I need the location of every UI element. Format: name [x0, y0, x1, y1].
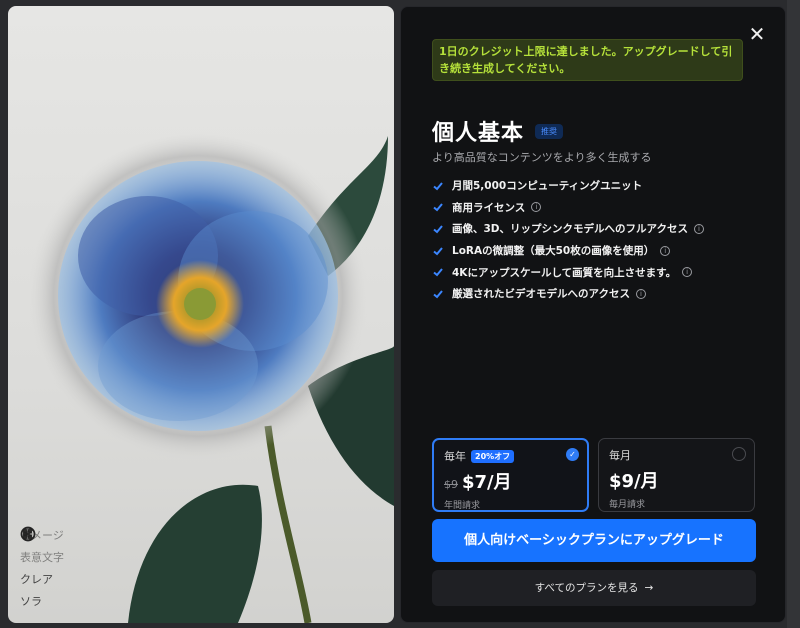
generated-image-panel: イメージ 表意文字 クレア ソラ [8, 6, 394, 623]
model-item-sora[interactable]: ソラ [20, 526, 64, 610]
plan-period-label: 毎年 [444, 450, 466, 463]
info-icon[interactable]: i [694, 223, 704, 234]
feature-text: LoRAの微調整（最大50枚の画像を使用） [452, 245, 655, 258]
feature-text: 厳選されたビデオモデルへのアクセス [452, 288, 630, 301]
info-icon[interactable]: i [635, 288, 646, 299]
feature-text: 4Kにアップスケールして画質を向上させます。 [452, 266, 677, 279]
discount-badge: 20%オフ [471, 449, 515, 463]
check-icon [433, 268, 443, 277]
plan-title: 個人基本 [432, 121, 525, 146]
model-list: イメージ 表意文字 クレア ソラ [20, 526, 64, 610]
check-icon [433, 182, 443, 191]
sora-icon [20, 526, 36, 542]
billing-note: 毎月請求 [609, 500, 646, 510]
feature-item: 画像、3D、リップシンクモデルへのフルアクセス i [432, 218, 704, 240]
view-all-plans-button[interactable]: すべてのプランを見る → [432, 570, 756, 606]
view-all-plans-label: すべてのプランを見る [534, 582, 639, 594]
feature-item: 厳選されたビデオモデルへのアクセス i [432, 283, 704, 305]
check-icon [433, 246, 443, 255]
info-icon[interactable]: i [660, 245, 671, 256]
check-icon [433, 290, 443, 299]
close-icon[interactable]: ✕ [747, 24, 767, 45]
plan-price: $9/月 [609, 471, 659, 492]
check-icon [433, 203, 443, 212]
feature-item: 商用ライセンス i [432, 197, 704, 219]
billing-note: 年間請求 [444, 501, 481, 511]
monthly-plan-card[interactable]: 毎月 $9/月 毎月請求 [598, 438, 755, 512]
feature-item: LoRAの微調整（最大50枚の画像を使用） i [432, 240, 704, 262]
arrow-right-icon: → [644, 582, 654, 594]
check-icon [433, 225, 443, 234]
feature-text: 月間5,000コンピューティングユニット [452, 180, 643, 193]
feature-list: 月間5,000コンピューティングユニット 商用ライセンス i 画像、3D、リップ… [432, 175, 704, 305]
plan-price: $7/月 [462, 472, 512, 493]
feature-item: 4Kにアップスケールして画質を向上させます。 i [432, 261, 704, 283]
feature-text: 画像、3D、リップシンクモデルへのフルアクセス [452, 223, 688, 236]
upgrade-modal: ✕ 1日のクレジット上限に達しました。アップグレードして引き続き生成してください… [400, 6, 786, 623]
yearly-plan-card[interactable]: 毎年 20%オフ $9 $7/月 年間請求 ✓ [432, 438, 589, 512]
model-item-krea[interactable]: クレア [20, 528, 64, 588]
credit-limit-alert: 1日のクレジット上限に達しました。アップグレードして引き続き生成してください。 [432, 39, 743, 81]
unselected-radio-icon [732, 447, 746, 461]
selected-check-icon: ✓ [566, 448, 579, 461]
upgrade-button[interactable]: 個人向けベーシックプランにアップグレード [432, 519, 756, 562]
original-price: $9 [444, 478, 458, 491]
flower-image [28, 131, 394, 623]
recommended-badge: 推奨 [535, 124, 563, 139]
model-item-ideogram[interactable]: 表意文字 [20, 526, 64, 566]
plan-subtitle: より高品質なコンテンツをより多く生成する [432, 151, 652, 164]
model-name: クレア [20, 573, 53, 586]
feature-item: 月間5,000コンピューティングユニット [432, 175, 704, 197]
feature-text: 商用ライセンス [452, 201, 526, 214]
backdrop [787, 0, 800, 628]
plan-period-label: 毎月 [609, 449, 631, 462]
model-name: 表意文字 [20, 551, 64, 564]
model-name: ソラ [20, 595, 42, 608]
info-icon[interactable]: i [531, 202, 542, 213]
info-icon[interactable]: i [682, 267, 693, 278]
